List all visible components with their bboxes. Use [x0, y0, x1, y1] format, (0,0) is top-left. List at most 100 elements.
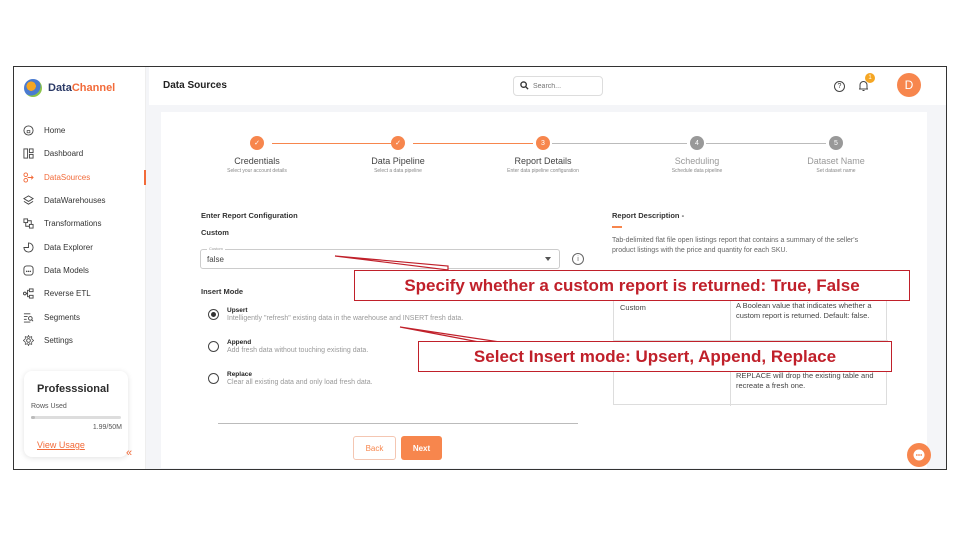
step-number: 5: [829, 136, 843, 150]
sidebar-item-reverse-etl[interactable]: Reverse ETL: [14, 282, 146, 305]
page-title: Data Sources: [163, 80, 227, 91]
warehouse-icon: [22, 195, 34, 207]
step-sub: Enter data pipeline configuration: [507, 168, 579, 174]
sidebar-nav: Home Dashboard DataSources DataWarehouse…: [14, 119, 146, 352]
sidebar-item-label: DataSources: [44, 172, 91, 182]
description-accent: [612, 226, 622, 228]
collapse-sidebar-icon[interactable]: «: [126, 447, 132, 459]
home-icon: [22, 125, 34, 137]
rows-used-value: 1.99/50M: [92, 424, 122, 431]
sidebar-item-datawarehouses[interactable]: DataWarehouses: [14, 189, 146, 212]
view-usage-link[interactable]: View Usage: [37, 440, 85, 450]
step-sub: Schedule data pipeline: [671, 168, 723, 174]
search-box[interactable]: [513, 76, 603, 96]
custom-select-value: false: [207, 255, 224, 264]
sidebar-item-label: Transformations: [44, 219, 102, 229]
callout-custom: Specify whether a custom report is retur…: [354, 270, 910, 301]
radio-button[interactable]: [208, 309, 219, 320]
radio-title: Replace: [227, 371, 252, 378]
param-value: REPLACE will drop the existing table and…: [736, 371, 874, 390]
step-label: Scheduling: [674, 156, 720, 166]
radio-replace[interactable]: Replace Clear all existing data and only …: [208, 371, 373, 386]
sidebar-item-segments[interactable]: Segments: [14, 305, 146, 328]
chat-bubble-icon[interactable]: [907, 443, 931, 467]
segments-icon: [22, 311, 34, 323]
sidebar-item-data-explorer[interactable]: Data Explorer: [14, 235, 146, 258]
avatar[interactable]: D: [897, 73, 921, 97]
search-input[interactable]: [533, 82, 593, 90]
section-title: Enter Report Configuration: [201, 211, 298, 220]
radio-upsert[interactable]: Upsert Intelligently "refresh" existing d…: [208, 307, 463, 322]
usage-progress-fill: [31, 416, 35, 419]
param-key: Custom: [620, 303, 646, 312]
radio-desc: Intelligently "refresh" existing data in…: [227, 315, 464, 322]
step-label: Dataset Name: [807, 156, 865, 166]
radio-append[interactable]: Append Add fresh data without touching ex…: [208, 339, 368, 354]
sidebar-item-label: Segments: [44, 312, 81, 322]
models-icon: [22, 264, 34, 276]
step-sub: Select a data pipeline: [374, 168, 422, 174]
step-dataset-name[interactable]: 5 Dataset Name Set dataset name: [766, 136, 906, 174]
sidebar-item-settings[interactable]: Settings: [14, 329, 146, 352]
sidebar-item-label: DataWarehouses: [44, 196, 106, 206]
sidebar-item-label: Home: [44, 126, 66, 136]
notification-badge: 1: [865, 73, 875, 83]
step-credentials[interactable]: ✓ Credentials Select your account detail…: [187, 136, 327, 174]
dashboard-icon: [22, 148, 34, 160]
callout-insert-mode: Select Insert mode: Upsert, Append, Repl…: [418, 341, 892, 372]
radio-desc: Add fresh data without touching existing…: [227, 347, 369, 354]
transform-icon: [22, 218, 34, 230]
step-report-details[interactable]: 3 Report Details Enter data pipeline con…: [473, 136, 613, 174]
sidebar: DataChannel Home Dashboard DataSources D…: [14, 67, 146, 469]
next-button[interactable]: Next: [401, 436, 442, 460]
check-icon: ✓: [250, 136, 264, 150]
logo-icon: [24, 79, 42, 97]
step-number: 4: [690, 136, 704, 150]
radio-desc: Clear all existing data and only load fr…: [227, 379, 373, 386]
custom-label: Custom: [201, 228, 229, 237]
sidebar-item-label: Settings: [44, 335, 73, 345]
logo-text: DataChannel: [48, 82, 116, 94]
datasource-icon: [22, 171, 34, 183]
info-icon[interactable]: i: [572, 253, 584, 265]
sidebar-item-label: Data Explorer: [44, 242, 93, 252]
step-sub: Select your account details: [227, 168, 287, 174]
sidebar-item-transformations[interactable]: Transformations: [14, 212, 146, 235]
plan-name: Professsional: [37, 383, 110, 395]
divider: [218, 423, 578, 424]
radio-button[interactable]: [208, 341, 219, 352]
sidebar-item-label: Reverse ETL: [44, 289, 91, 299]
chevron-down-icon: [545, 257, 551, 261]
sidebar-item-data-models[interactable]: Data Models: [14, 259, 146, 282]
step-sub: Set dataset name: [816, 168, 856, 174]
step-number: 3: [536, 136, 550, 150]
explorer-icon: [22, 241, 34, 253]
search-icon: [520, 77, 529, 95]
param-value: A Boolean value that indicates whether a…: [736, 301, 872, 320]
step-data-pipeline[interactable]: ✓ Data Pipeline Select a data pipeline: [328, 136, 468, 174]
step-label: Report Details: [514, 156, 572, 166]
top-header: Data Sources ? 1 D: [149, 67, 946, 105]
sidebar-item-label: Dashboard: [44, 149, 84, 159]
help-icon[interactable]: ?: [834, 81, 845, 92]
step-scheduling[interactable]: 4 Scheduling Schedule data pipeline: [627, 136, 767, 174]
description-title: Report Description -: [612, 211, 685, 220]
stepper: ✓ Credentials Select your account detail…: [161, 136, 927, 186]
usage-progress-bar: [31, 416, 121, 419]
radio-title: Append: [227, 339, 252, 346]
radio-button[interactable]: [208, 373, 219, 384]
sidebar-item-dashboard[interactable]: Dashboard: [14, 142, 146, 165]
description-text: Tab-delimited flat file open listings re…: [612, 237, 859, 254]
plan-card: Professsional Rows Used 1.99/50M View Us…: [24, 371, 128, 457]
rows-used-label: Rows Used: [31, 403, 67, 410]
sidebar-item-label: Data Models: [44, 265, 89, 275]
gear-icon: [22, 334, 34, 346]
back-button[interactable]: Back: [353, 436, 396, 460]
report-description: Report Description - Tab-delimited flat …: [612, 211, 892, 256]
step-label: Data Pipeline: [371, 156, 425, 166]
logo[interactable]: DataChannel: [24, 79, 115, 97]
sidebar-item-home[interactable]: Home: [14, 119, 146, 142]
radio-title: Upsert: [227, 307, 248, 314]
sidebar-item-datasources[interactable]: DataSources: [14, 166, 146, 189]
custom-select[interactable]: Custom false: [200, 246, 560, 269]
